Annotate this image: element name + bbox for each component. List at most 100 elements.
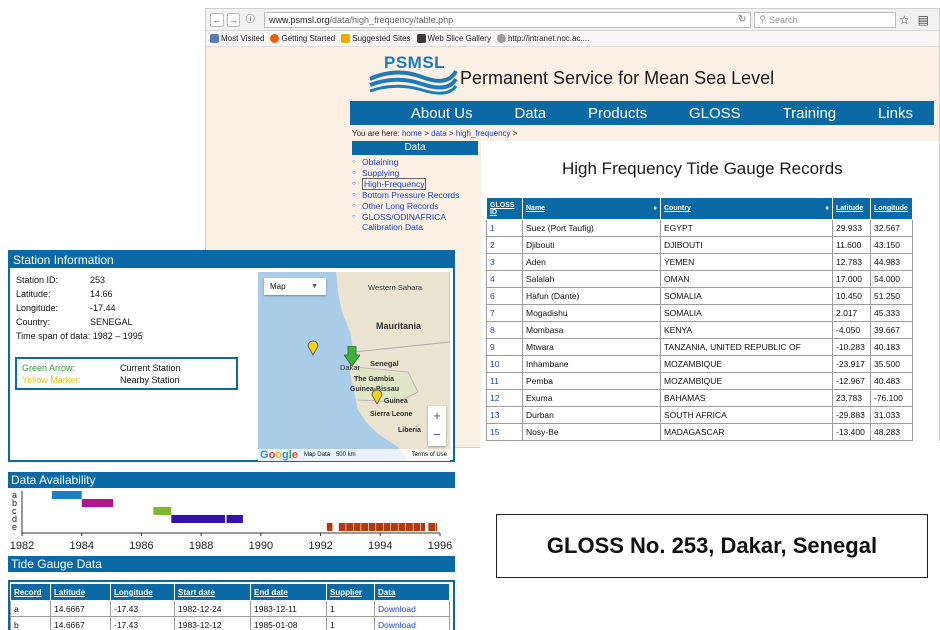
sidebar-item-supplying[interactable]: Supplying [352,168,472,178]
nav-training[interactable]: Training [783,105,837,122]
col-record[interactable]: Record [10,583,51,601]
reload-icon[interactable]: ↻ [738,14,746,25]
col-latitude[interactable]: Latitude [832,197,871,220]
search-icon: ⚲ [759,14,766,24]
table-cell: -17.43 [110,616,175,630]
col-country[interactable]: Country ♦ [660,197,833,220]
map-legend: Green Arrow: Current Station Yellow Marke… [15,357,238,390]
psmsl-logo[interactable]: PSMSL [366,53,458,95]
sidebar-item-gloss-odinafrica[interactable]: GLOSS/ODINAFRICA Calibration Data [352,212,472,232]
table-cell: Djibouti [522,236,661,254]
current-station-arrow-icon[interactable] [344,346,360,366]
nav-about-us[interactable]: About Us [411,105,473,122]
table-row: 2 Djibouti DJIBOUTI 11.600 43.150 [486,236,913,254]
gloss-id-link[interactable]: 15 [486,423,523,441]
col-supplier[interactable]: Supplier [326,583,375,601]
gloss-id-link[interactable]: 7 [486,304,523,322]
availability-bar [171,515,226,523]
nav-gloss[interactable]: GLOSS [689,105,741,122]
table-cell: Salalah [522,270,661,288]
bookmark-getting-started[interactable]: Getting Started [270,34,335,43]
sidebar-title: Data [352,141,478,155]
map-attribution: Google Map Data 500 km Terms of Use [258,449,450,461]
nav-products[interactable]: Products [588,105,647,122]
col-start-date[interactable]: Start date [174,583,251,601]
gloss-id-link[interactable]: 12 [486,389,523,407]
table-cell: Mombasa [522,321,661,339]
gloss-id-link[interactable]: 8 [486,321,523,339]
bookmark-suggested-sites[interactable]: Suggested Sites [341,34,411,43]
table-cell: -13.400 [832,423,871,441]
bookmark-icon [210,34,219,43]
back-icon[interactable]: ← [210,12,224,27]
breadcrumb-high-frequency[interactable]: high_frequency [456,129,511,138]
nearby-station-marker-icon[interactable] [307,340,319,356]
table-cell: Nosy-Be [522,423,661,441]
station-info-title: Station Information [10,252,453,268]
download-link[interactable]: Download [374,600,450,617]
col-end-date[interactable]: End date [250,583,327,601]
bookmark-intranet[interactable]: http://intranet.noc.ac.... [496,34,589,43]
map-type-select[interactable]: Map ▼ [264,278,326,295]
col-longitude[interactable]: Longitude [870,197,913,220]
bookmark-web-slice[interactable]: Web Slice Gallery [416,34,491,43]
search-placeholder: Search [768,14,798,25]
table-cell: Mtwara [522,338,661,356]
table-cell: TANZANIA, UNITED REPUBLIC OF [660,338,833,356]
field-station-id: Station ID: 253 [16,275,106,285]
gloss-id-link[interactable]: 11 [486,372,523,390]
address-bar[interactable]: www.psmsl.org/data/high_frequency/table.… [264,11,752,28]
gloss-id-link[interactable]: 3 [486,253,523,271]
col-name[interactable]: Name ♦ [522,197,661,220]
table-row: 6 Hafun (Dante) SOMALIA 10.450 51.250 [486,287,913,305]
table-row: 4 Salalah OMAN 17.000 54.000 [486,270,913,288]
sidebar-item-other-long-records[interactable]: Other Long Records [352,201,472,211]
gloss-id-link[interactable]: 4 [486,270,523,288]
search-input[interactable]: ⚲ Search [754,11,896,28]
bookmark-most-visited[interactable]: Most Visited [210,34,264,43]
table-cell: YEMEN [660,253,833,271]
firefox-icon [270,34,280,43]
col-data[interactable]: Data [374,583,450,601]
sidebar-item-bottom-pressure[interactable]: Bottom Pressure Records [352,190,472,200]
forward-icon[interactable]: → [226,12,241,27]
table-row: 13 Durban SOUTH AFRICA -29.883 31.033 [486,406,913,424]
table-cell: 1985-01-08 [250,616,327,630]
gloss-id-link[interactable]: 13 [486,406,523,424]
col-tg-latitude[interactable]: Latitude [50,583,111,601]
download-link[interactable]: Download [374,616,450,630]
terms-link[interactable]: Terms of Use [412,452,450,458]
zoom-control[interactable]: + − [428,406,446,446]
zoom-in-icon[interactable]: + [428,406,446,425]
gloss-id-link[interactable]: 9 [486,338,523,356]
breadcrumb-data[interactable]: data [431,129,447,138]
nav-links[interactable]: Links [878,105,913,122]
gloss-id-link[interactable]: 10 [486,355,523,373]
reading-list-icon[interactable]: ▤ [918,13,929,27]
nav-data[interactable]: Data [514,105,546,122]
sidebar-item-high-frequency[interactable]: High-Frequency [352,178,472,190]
col-gloss-id[interactable]: GLOSS ID [486,197,523,220]
sidebar-item-obtaining[interactable]: Obtaining [352,157,472,167]
station-fields: Station ID: 253 Latitude: 14.66 Longitude:… [16,273,143,343]
map-label-western-sahara: Western Sahara [368,283,423,292]
col-tg-longitude[interactable]: Longitude [110,583,175,601]
web-slice-icon [416,34,426,43]
sort-icon: ♦ [825,205,829,212]
gloss-id-link[interactable]: 6 [486,287,523,305]
table-cell: Pemba [522,372,661,390]
bookmark-star-icon[interactable]: ☆ [899,13,910,27]
table-row: a 14.6667 -17.43 1982-12-24 1983-12-11 1 Downl… [10,600,450,617]
gloss-id-link[interactable]: 2 [486,236,523,254]
info-icon[interactable]: ⓘ [243,13,257,27]
table-row: 10 Inhambane MOZAMBIQUE -23.917 35.500 [486,355,913,373]
table-cell: MOZAMBIQUE [660,355,833,373]
station-map[interactable]: Map ▼ Western Sahara Mauritania Dakar Sen… [258,272,450,461]
table-cell: a [10,600,51,617]
breadcrumb-home[interactable]: home [402,129,422,138]
table-cell: BAHAMAS [660,389,833,407]
zoom-out-icon[interactable]: − [428,425,446,444]
map-label-guinea: Guinea [384,398,408,405]
gloss-id-link[interactable]: 1 [486,219,523,237]
nearby-station-marker-icon[interactable] [371,389,383,405]
